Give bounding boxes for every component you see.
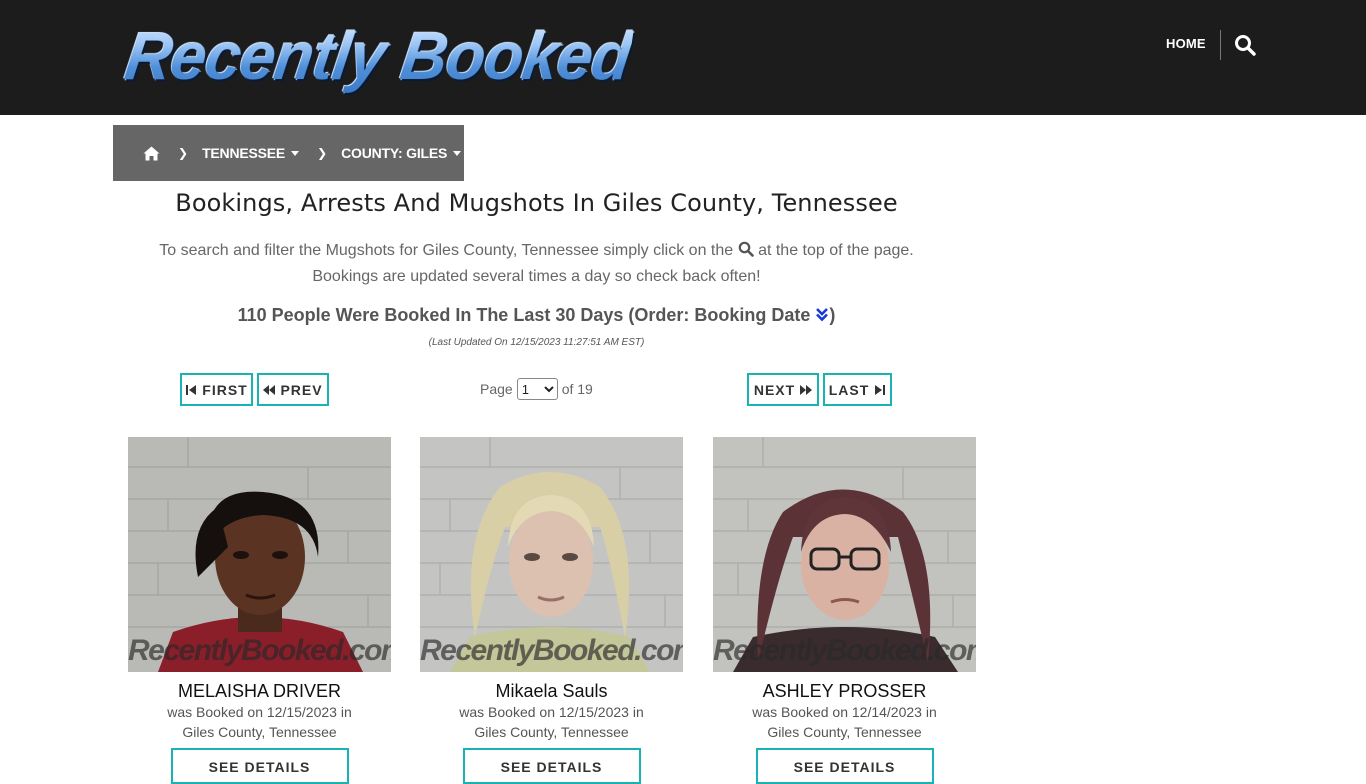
- caret-down-icon: [453, 150, 462, 156]
- page-select[interactable]: 1: [516, 378, 558, 400]
- see-details-button[interactable]: SEE DETAILS: [755, 748, 934, 784]
- person-name[interactable]: Mikaela Sauls: [420, 681, 683, 702]
- nav-home-link[interactable]: HOME: [1166, 36, 1206, 51]
- intro-text-part2: at the top of the page.: [758, 242, 914, 259]
- booking-location: Giles County, Tennessee: [474, 724, 629, 740]
- intro-text-part1: To search and filter the Mugshots for Gi…: [159, 242, 734, 259]
- home-icon[interactable]: [143, 146, 160, 161]
- booking-count-close: ): [829, 305, 836, 325]
- skip-last-icon: [875, 384, 886, 395]
- booking-card[interactable]: RecentlyBooked.com ASHLEY PROSSER was Bo…: [713, 437, 976, 784]
- prev-page-button[interactable]: PREV: [257, 373, 329, 406]
- booking-count-text: 110 People Were Booked In The Last 30 Da…: [237, 305, 811, 325]
- booking-date: was Booked on 12/15/2023 in: [167, 704, 352, 720]
- booking-date: was Booked on 12/14/2023 in: [752, 704, 937, 720]
- mugshot-image[interactable]: RecentlyBooked.com: [128, 437, 391, 672]
- intro-text-line2: Bookings are updated several times a day…: [312, 268, 761, 285]
- search-icon: [738, 240, 754, 257]
- first-page-button[interactable]: FIRST: [180, 373, 253, 406]
- page-total: of 19: [561, 381, 593, 397]
- caret-down-icon: [291, 150, 300, 156]
- site-logo[interactable]: Recently Booked: [121, 18, 636, 94]
- booking-card[interactable]: RecentlyBooked.com MELAISHA DRIVER was B…: [128, 437, 391, 784]
- watermark: RecentlyBooked.com: [128, 634, 391, 667]
- double-chevron-down-icon[interactable]: [815, 306, 829, 322]
- watermark: RecentlyBooked.com: [713, 634, 976, 667]
- breadcrumb: ❯ TENNESSEE ❯ COUNTY: GILES: [113, 125, 464, 181]
- person-name[interactable]: MELAISHA DRIVER: [128, 681, 391, 702]
- booking-date: was Booked on 12/15/2023 in: [459, 704, 644, 720]
- chevron-right-icon: ❯: [178, 146, 189, 160]
- nav-divider: [1220, 30, 1221, 60]
- intro-text: To search and filter the Mugshots for Gi…: [113, 238, 960, 290]
- page-selector: Page 1 of 19: [480, 378, 593, 400]
- page-title: Bookings, Arrests And Mugshots In Giles …: [175, 189, 898, 217]
- booking-location: Giles County, Tennessee: [182, 724, 337, 740]
- see-details-button[interactable]: SEE DETAILS: [462, 748, 641, 784]
- mugshot-image[interactable]: RecentlyBooked.com: [713, 437, 976, 672]
- see-details-button[interactable]: SEE DETAILS: [170, 748, 349, 784]
- booking-count: 110 People Were Booked In The Last 30 Da…: [113, 305, 960, 326]
- prev-page-label: PREV: [280, 381, 323, 398]
- last-page-button[interactable]: LAST: [823, 373, 892, 406]
- last-page-label: LAST: [828, 381, 870, 398]
- chevron-right-icon: ❯: [317, 146, 328, 160]
- breadcrumb-state-label: TENNESSEE: [202, 145, 286, 161]
- last-updated: (Last Updated On 12/15/2023 11:27:51 AM …: [428, 337, 645, 348]
- breadcrumb-state-dropdown[interactable]: TENNESSEE: [202, 145, 300, 161]
- next-page-button[interactable]: NEXT: [747, 373, 819, 406]
- logo-text: Recently Booked: [120, 18, 636, 94]
- watermark: RecentlyBooked.com: [420, 634, 683, 667]
- mugshot-image[interactable]: RecentlyBooked.com: [420, 437, 683, 672]
- booking-card[interactable]: RecentlyBooked.com Mikaela Sauls was Boo…: [420, 437, 683, 784]
- search-icon[interactable]: [1234, 34, 1256, 56]
- fast-forward-icon: [800, 384, 813, 395]
- next-page-label: NEXT: [753, 381, 796, 398]
- site-header: Recently Booked HOME: [0, 0, 1366, 115]
- breadcrumb-county-label: COUNTY: GILES: [341, 145, 448, 161]
- person-name[interactable]: ASHLEY PROSSER: [713, 681, 976, 702]
- skip-first-icon: [186, 384, 197, 395]
- first-page-label: FIRST: [202, 381, 248, 398]
- booking-location: Giles County, Tennessee: [767, 724, 922, 740]
- breadcrumb-county-dropdown[interactable]: COUNTY: GILES: [341, 145, 462, 161]
- page-label: Page: [480, 381, 513, 397]
- rewind-icon: [263, 384, 276, 395]
